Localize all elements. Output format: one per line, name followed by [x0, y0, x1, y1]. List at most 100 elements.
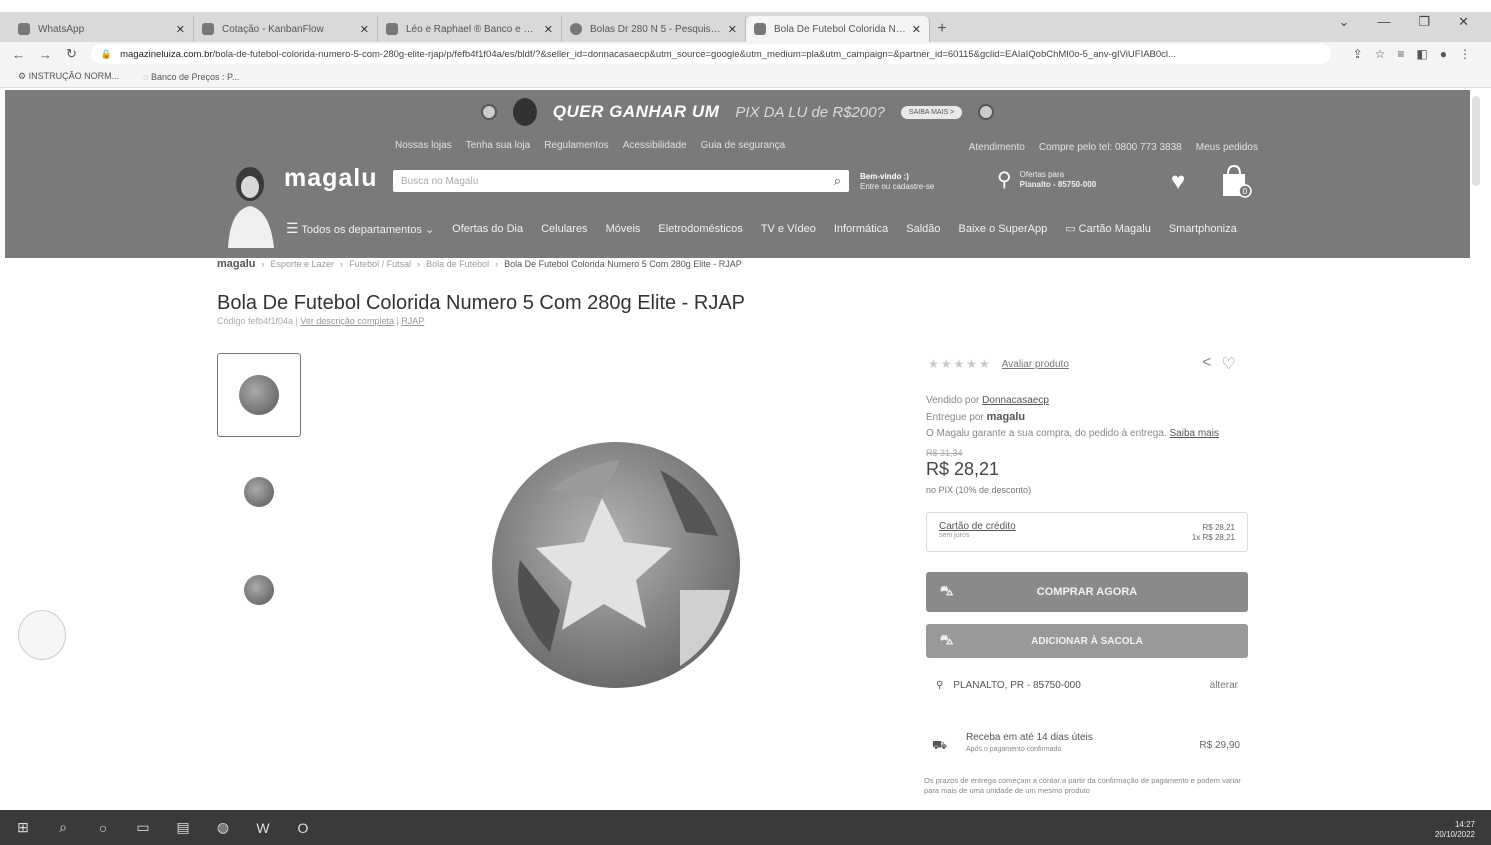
top-link[interactable]: Nossas lojas [395, 140, 452, 151]
close-tab-icon[interactable]: ✕ [176, 23, 185, 36]
nav-item[interactable]: Informática [834, 223, 888, 235]
close-tab-icon[interactable]: ✕ [912, 23, 921, 36]
chat-bubble-icon[interactable] [18, 610, 66, 660]
magalu-logo[interactable]: magalu [284, 164, 378, 193]
page-scrollbar[interactable] [1472, 96, 1480, 186]
kanbanflow-icon [202, 23, 214, 35]
nav-item[interactable]: Móveis [606, 223, 641, 235]
shipping-cep: PLANALTO, PR - 85750-000 [953, 680, 1081, 691]
breadcrumb-item[interactable]: Esporte e Lazer [271, 259, 335, 269]
nav-item[interactable]: Eletrodomésticos [658, 223, 742, 235]
credit-card-option[interactable]: Cartão de crédito sem juros R$ 28,21 1x R$… [926, 512, 1248, 552]
file-explorer-icon[interactable]: ▤ [174, 819, 192, 836]
browser-tab[interactable]: Léo e Raphael ® Banco e Com ✕ [378, 16, 562, 42]
close-tab-icon[interactable]: ✕ [728, 23, 737, 36]
lock-icon: 🔒 [100, 48, 113, 59]
forward-icon[interactable]: → [39, 47, 52, 62]
brand-link[interactable]: RJAP [401, 316, 424, 326]
system-clock[interactable]: 14:27 20/10/2022 [1435, 820, 1475, 840]
magalu-favicon-icon [754, 23, 766, 35]
bookmark-item[interactable]: ◌ Banco de Preços : P... [143, 72, 239, 82]
outlook-icon[interactable]: O [294, 820, 312, 836]
nav-item[interactable]: Baixe o SuperApp [959, 223, 1048, 235]
browser-tab[interactable]: WhatsApp ✕ [10, 16, 194, 42]
share-favorite-icons: < ♡ [1202, 354, 1236, 374]
top-link[interactable]: Tenha sua loja [466, 140, 531, 151]
add-to-bag-button[interactable]: ⛍ ADICIONAR À SACOLA [926, 624, 1248, 658]
close-tab-icon[interactable]: ✕ [360, 23, 369, 36]
location-selector[interactable]: ⚲ Ofertas para Planalto - 85750-000 [997, 170, 1096, 190]
share-page-icon[interactable]: ⇪ [1353, 47, 1363, 61]
ball-thumbnail-image [239, 375, 279, 415]
top-link[interactable]: Acessibilidade [623, 140, 687, 151]
delivery-note: Os prazos de entrega começam a contar a … [924, 776, 1241, 795]
buy-now-button[interactable]: ⛍ COMPRAR AGORA [926, 572, 1248, 612]
top-link[interactable]: Meus pedidos [1196, 142, 1258, 153]
minimize-icon[interactable]: — [1377, 14, 1390, 30]
tab-search-icon[interactable]: ⌄ [1339, 14, 1350, 30]
top-link[interactable]: Guia de segurança [701, 140, 786, 151]
task-view-icon[interactable]: ▭ [134, 819, 152, 836]
rate-product-link[interactable]: Avaliar produto [1002, 359, 1069, 370]
favorite-heart-icon[interactable]: ♡ [1221, 354, 1235, 374]
product-main-image[interactable] [490, 440, 742, 690]
credit-total: R$ 28,21 [1202, 523, 1235, 532]
chrome-icon[interactable]: ◍ [214, 819, 232, 836]
share-icon[interactable]: < [1202, 354, 1211, 374]
browser-tab-active[interactable]: Bola De Futebol Colorida Nume ✕ [746, 16, 930, 42]
product-code: Código fefb4f1f04a [217, 316, 294, 326]
bookmark-star-icon[interactable]: ☆ [1375, 47, 1386, 61]
search-input[interactable]: Busca no Magalu ⌕ [393, 170, 849, 192]
delivery-subtitle: Após o pagamento confirmado [966, 746, 1062, 753]
full-description-link[interactable]: Ver descrição completa [300, 316, 394, 326]
all-departments-menu[interactable]: ☰ Todos os departamentos ⌄ [286, 220, 434, 237]
url-input[interactable]: 🔒 magazineluiza.com.br /bola-de-futebol-… [90, 44, 1331, 64]
breadcrumb-home[interactable]: magalu [217, 258, 256, 270]
nav-item[interactable]: TV e Vídeo [761, 223, 816, 235]
search-icon[interactable]: ⌕ [54, 819, 72, 836]
product-thumbnail[interactable] [217, 450, 301, 534]
browser-tab[interactable]: Bolas Dr 280 N 5 - Pesquisa Goo✕ [562, 16, 746, 42]
close-window-icon[interactable]: ✕ [1458, 14, 1469, 30]
nav-item[interactable]: Celulares [541, 223, 587, 235]
top-link[interactable]: Atendimento [969, 142, 1025, 153]
nav-item[interactable]: Ofertas do Dia [452, 223, 523, 235]
profile-avatar-icon[interactable]: ● [1440, 47, 1447, 61]
breadcrumb-item[interactable]: Futebol / Futsal [349, 259, 411, 269]
close-tab-icon[interactable]: ✕ [544, 23, 553, 36]
nav-item[interactable]: Smartphoniza [1169, 223, 1237, 235]
browser-tab[interactable]: Cotação - KanbanFlow ✕ [194, 16, 378, 42]
login-link[interactable]: Bem-vindo :) Entre ou cadastre-se [860, 172, 934, 192]
nav-item[interactable]: Saldão [906, 223, 940, 235]
side-panel-icon[interactable]: ◧ [1416, 47, 1427, 61]
cortana-icon[interactable]: ○ [94, 820, 112, 836]
wishlist-heart-icon[interactable]: ♥ [1171, 168, 1185, 196]
promo-saiba-mais-button[interactable]: SAIBA MAIS > [900, 105, 963, 119]
product-thumbnail[interactable] [217, 548, 301, 632]
product-code-row: Código fefb4f1f04a | Ver descrição compl… [217, 316, 425, 326]
change-cep-link[interactable]: alterar [1210, 680, 1238, 691]
back-icon[interactable]: ← [12, 47, 25, 62]
saiba-mais-link[interactable]: Saiba mais [1170, 428, 1219, 439]
reading-list-icon[interactable]: ≡ [1397, 47, 1404, 61]
restore-icon[interactable]: ❐ [1418, 14, 1430, 30]
bookmark-item[interactable]: ⚙ INSTRUÇÃO NORM... [18, 71, 119, 82]
top-link[interactable]: Regulamentos [544, 140, 608, 151]
top-link[interactable]: Compre pelo tel: 0800 773 3838 [1039, 142, 1182, 153]
top-links-left: Nossas lojas Tenha sua loja Regulamentos… [395, 140, 785, 151]
search-icon[interactable]: ⌕ [834, 173, 841, 189]
seller-link[interactable]: Donnacasaecp [982, 395, 1049, 406]
product-thumbnail[interactable] [217, 353, 301, 437]
new-tab-button[interactable]: + [930, 16, 954, 42]
hamburger-icon: ☰ [286, 220, 299, 236]
windows-start-icon[interactable]: ⊞ [14, 819, 32, 836]
reload-icon[interactable]: ↻ [66, 46, 77, 62]
nav-item-cartao[interactable]: ▭ Cartão Magalu [1065, 222, 1151, 235]
shopping-bag-icon[interactable]: 0 [1219, 164, 1253, 200]
menu-icon[interactable]: ⋮ [1459, 47, 1471, 61]
word-icon[interactable]: W [254, 820, 272, 836]
delivery-title: Receba em até 14 dias úteis [966, 732, 1093, 743]
breadcrumb-item[interactable]: Bola de Futebol [426, 259, 489, 269]
main-nav: ☰ Todos os departamentos ⌄ Ofertas do Di… [286, 220, 1237, 237]
promo-banner[interactable]: QUER GANHAR UM PIX DA LU de R$200? SAIBA… [5, 98, 1470, 126]
